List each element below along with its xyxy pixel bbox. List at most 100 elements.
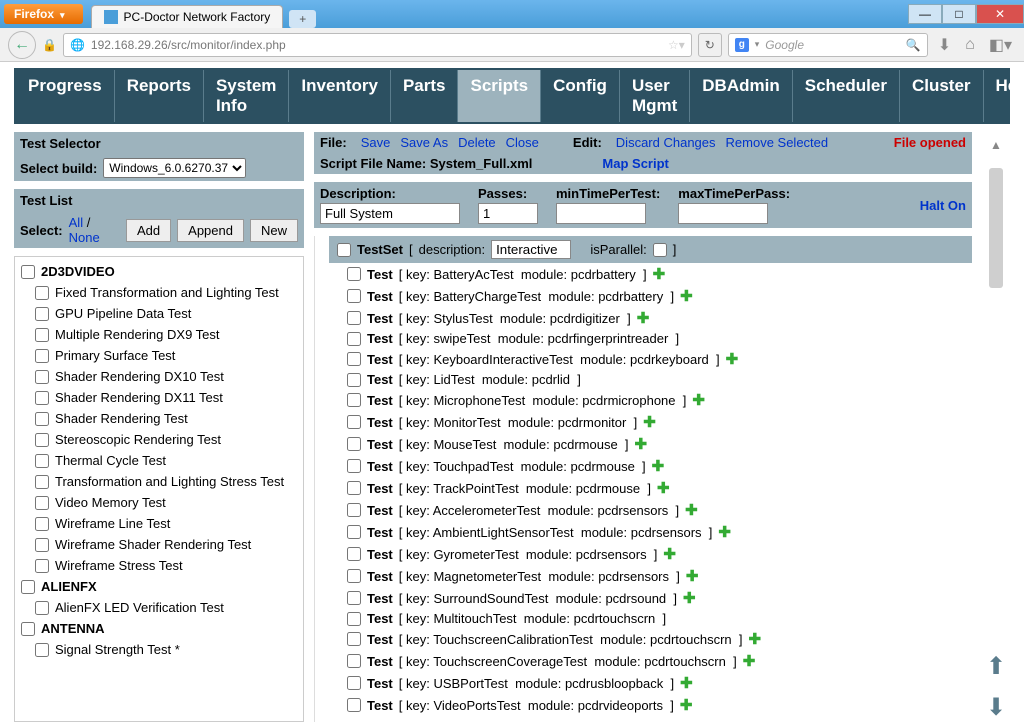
test-line-checkbox[interactable] (347, 459, 361, 473)
file-close[interactable]: Close (506, 135, 539, 150)
halt-on-link[interactable]: Halt On (920, 198, 966, 213)
test-checkbox[interactable] (35, 475, 49, 489)
test-line[interactable]: Test[ key: GyrometerTest module: pcdrsen… (315, 543, 972, 565)
move-up-button[interactable]: ⬆ (986, 652, 1006, 681)
nav-item-dbadmin[interactable]: DBAdmin (689, 70, 791, 122)
test-line[interactable]: Test[ key: MultitouchTest module: pcdrto… (315, 609, 972, 628)
plus-icon[interactable]: ✚ (653, 265, 666, 283)
plus-icon[interactable]: ✚ (748, 630, 761, 648)
test-line-checkbox[interactable] (347, 525, 361, 539)
nav-item-system-info[interactable]: System Info (203, 70, 288, 122)
new-button[interactable]: New (250, 219, 298, 242)
test-line-checkbox[interactable] (347, 373, 361, 387)
nav-item-progress[interactable]: Progress (16, 70, 114, 122)
plus-icon[interactable]: ✚ (680, 696, 693, 714)
test-line-checkbox[interactable] (347, 267, 361, 281)
append-button[interactable]: Append (177, 219, 244, 242)
test-item[interactable]: Primary Surface Test (19, 345, 299, 366)
test-category[interactable]: ANTENNA (19, 618, 299, 639)
nav-item-reports[interactable]: Reports (114, 70, 203, 122)
test-line[interactable]: Test[ key: swipeTest module: pcdrfingerp… (315, 329, 972, 348)
test-checkbox[interactable] (35, 307, 49, 321)
test-line[interactable]: Test[ key: USBPortTest module: pcdrusblo… (315, 672, 972, 694)
plus-icon[interactable]: ✚ (643, 413, 656, 431)
category-checkbox[interactable] (21, 580, 35, 594)
category-checkbox[interactable] (21, 622, 35, 636)
script-body[interactable]: TestSet [ description: isParallel: ] Tes… (314, 236, 972, 722)
file-save[interactable]: Save (361, 135, 391, 150)
test-line[interactable]: Test[ key: MicrophoneTest module: pcdrmi… (315, 389, 972, 411)
test-checkbox[interactable] (35, 328, 49, 342)
plus-icon[interactable]: ✚ (718, 523, 731, 541)
test-checkbox[interactable] (35, 517, 49, 531)
test-line-checkbox[interactable] (347, 332, 361, 346)
test-line-checkbox[interactable] (347, 352, 361, 366)
test-item[interactable]: Stereoscopic Rendering Test (19, 429, 299, 450)
test-line[interactable]: Test[ key: TrackPointTest module: pcdrmo… (315, 477, 972, 499)
test-item[interactable]: Wireframe Shader Rendering Test (19, 534, 299, 555)
plus-icon[interactable]: ✚ (663, 545, 676, 563)
select-none-link[interactable]: None (69, 230, 100, 245)
map-script-link[interactable]: Map Script (602, 156, 668, 171)
plus-icon[interactable]: ✚ (743, 652, 756, 670)
test-checkbox[interactable] (35, 496, 49, 510)
test-line[interactable]: Test[ key: SurroundSoundTest module: pcd… (315, 587, 972, 609)
test-line-checkbox[interactable] (347, 311, 361, 325)
new-tab-button[interactable]: + (289, 10, 316, 28)
test-line[interactable]: Test[ key: BatteryAcTest module: pcdrbat… (315, 263, 972, 285)
max-time-input[interactable] (678, 203, 768, 224)
bookmarks-icon[interactable]: ◧▾ (985, 35, 1016, 55)
test-item[interactable]: Wireframe Line Test (19, 513, 299, 534)
scroll-up-icon[interactable]: ▲ (990, 138, 1002, 152)
edit-discard[interactable]: Discard Changes (616, 135, 716, 150)
move-down-button[interactable]: ⬇ (986, 693, 1006, 722)
test-line[interactable]: Test[ key: KeyboardInteractiveTest modul… (315, 348, 972, 370)
testset-checkbox[interactable] (337, 243, 351, 257)
test-checkbox[interactable] (35, 643, 49, 657)
test-line-checkbox[interactable] (347, 437, 361, 451)
test-line-checkbox[interactable] (347, 676, 361, 690)
plus-icon[interactable]: ✚ (726, 350, 739, 368)
test-item[interactable]: AlienFX LED Verification Test (19, 597, 299, 618)
test-item[interactable]: Shader Rendering DX10 Test (19, 366, 299, 387)
test-line-checkbox[interactable] (347, 591, 361, 605)
test-line[interactable]: Test[ key: StylusTest module: pcdrdigiti… (315, 307, 972, 329)
plus-icon[interactable]: ✚ (680, 287, 693, 305)
browser-tab[interactable]: PC-Doctor Network Factory (91, 5, 284, 28)
test-checkbox[interactable] (35, 433, 49, 447)
plus-icon[interactable]: ✚ (637, 309, 650, 327)
nav-item-scripts[interactable]: Scripts (457, 70, 540, 122)
test-checkbox[interactable] (35, 391, 49, 405)
nav-item-parts[interactable]: Parts (390, 70, 458, 122)
plus-icon[interactable]: ✚ (683, 589, 696, 607)
test-line[interactable]: Test[ key: MonitorTest module: pcdrmonit… (315, 411, 972, 433)
plus-icon[interactable]: ✚ (680, 674, 693, 692)
test-line[interactable]: Test[ key: MagnetometerTest module: pcdr… (315, 565, 972, 587)
plus-icon[interactable]: ✚ (685, 501, 698, 519)
select-all-link[interactable]: All (69, 215, 83, 230)
plus-icon[interactable]: ✚ (657, 479, 670, 497)
scrollbar-thumb[interactable] (989, 168, 1003, 288)
test-category[interactable]: ALIENFX (19, 576, 299, 597)
test-line[interactable]: Test[ key: AccelerometerTest module: pcd… (315, 499, 972, 521)
testset-desc-input[interactable] (491, 240, 571, 259)
test-line-checkbox[interactable] (347, 632, 361, 646)
test-item[interactable]: Multiple Rendering DX9 Test (19, 324, 299, 345)
test-item[interactable]: GPU Pipeline Data Test (19, 303, 299, 324)
plus-icon[interactable]: ✚ (652, 457, 665, 475)
test-line-checkbox[interactable] (347, 698, 361, 712)
test-category[interactable]: 2D3DVIDEO (19, 261, 299, 282)
search-icon[interactable]: 🔍 (906, 38, 921, 52)
test-line-checkbox[interactable] (347, 612, 361, 626)
test-checkbox[interactable] (35, 349, 49, 363)
test-item[interactable]: Wireframe Stress Test (19, 555, 299, 576)
download-icon[interactable]: ⬇ (934, 35, 955, 55)
build-select[interactable]: Windows_6.0.6270.37 (103, 158, 246, 178)
test-line[interactable]: Test[ key: TouchscreenCoverageTest modul… (315, 650, 972, 672)
test-line-checkbox[interactable] (347, 503, 361, 517)
test-item[interactable]: Signal Strength Test * (19, 639, 299, 660)
edit-remove[interactable]: Remove Selected (726, 135, 829, 150)
test-line-checkbox[interactable] (347, 569, 361, 583)
nav-item-cluster[interactable]: Cluster (899, 70, 983, 122)
search-dropdown-icon[interactable]: ▾ (755, 39, 760, 50)
